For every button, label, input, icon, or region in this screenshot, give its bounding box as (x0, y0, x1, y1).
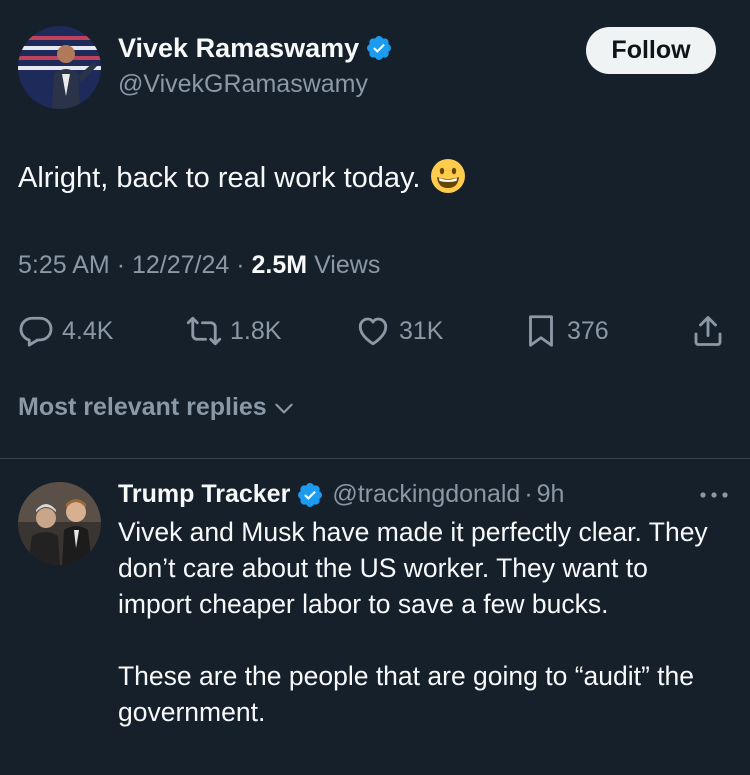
tweet-date[interactable]: 12/27/24 (132, 251, 229, 279)
divider (0, 458, 750, 459)
views-count: 2.5M (251, 251, 308, 279)
reply-avatar[interactable] (18, 482, 101, 565)
more-icon (700, 492, 728, 498)
like-count: 31K (399, 316, 444, 345)
reply-author-name[interactable]: Trump Tracker (118, 480, 290, 509)
verified-badge-icon (298, 482, 323, 507)
tweet-text: Alright, back to real work today. (18, 158, 466, 195)
repost-icon (186, 316, 222, 346)
bookmark-count: 376 (567, 316, 609, 345)
reply-paragraph: These are the people that are going to “… (118, 661, 695, 727)
reply-paragraph: Vivek and Musk have made it perfectly cl… (118, 517, 708, 619)
bookmark-icon (529, 315, 553, 347)
reply-count: 4.4K (62, 316, 114, 345)
views-label: Views (314, 251, 381, 279)
meta-separator: · (236, 251, 245, 279)
author-name[interactable]: Vivek Ramaswamy (118, 33, 393, 64)
follow-button[interactable]: Follow (586, 27, 716, 74)
reply-avatar-image (18, 482, 101, 565)
replies-sort-dropdown[interactable]: Most relevant replies (18, 393, 297, 422)
meta-separator: · (116, 251, 126, 279)
tweet-action-bar: 4.4K 1.8K 31K 376 (0, 309, 750, 353)
reply-time[interactable]: 9h (537, 480, 565, 509)
reply-author-handle[interactable]: @trackingdonald (332, 480, 520, 509)
more-options-button[interactable] (694, 480, 734, 510)
heart-icon (358, 317, 388, 346)
author-avatar-image (18, 26, 101, 109)
reply-button[interactable]: 4.4K (18, 309, 113, 353)
bookmark-button[interactable]: 376 (523, 309, 609, 353)
repost-button[interactable]: 1.8K (186, 309, 281, 353)
reply-header: Trump Tracker @trackingdonald · 9h (118, 480, 564, 509)
reply-separator: · (524, 480, 533, 508)
grinning-face-icon (431, 159, 466, 193)
author-avatar[interactable] (18, 26, 101, 109)
chevron-down-icon (275, 403, 293, 413)
reply-text: Vivek and Musk have made it perfectly cl… (118, 514, 728, 730)
reply-icon (19, 316, 53, 347)
share-button[interactable] (690, 309, 734, 353)
tweet-meta: 5:25 AM · 12/27/24 · 2.5M Views (18, 251, 380, 280)
verified-badge-icon (367, 36, 392, 60)
like-button[interactable]: 31K (355, 309, 443, 353)
author-handle[interactable]: @VivekGRamaswamy (118, 70, 368, 99)
tweet-time[interactable]: 5:25 AM (18, 251, 110, 279)
repost-count: 1.8K (230, 316, 282, 345)
share-icon (694, 316, 722, 346)
replies-sort-label: Most relevant replies (18, 393, 267, 421)
